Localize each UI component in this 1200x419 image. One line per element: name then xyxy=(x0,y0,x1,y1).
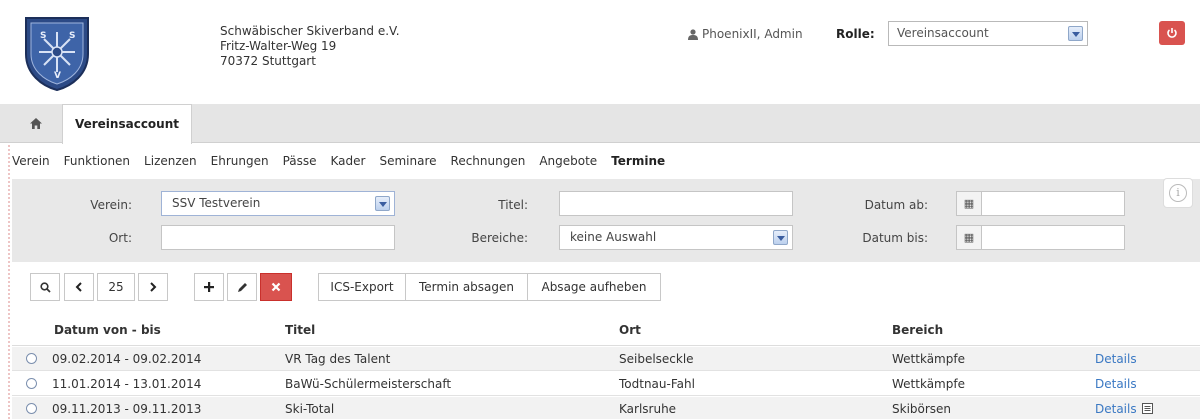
svg-text:S: S xyxy=(69,31,75,41)
undo-cancel-button[interactable]: Absage aufheben xyxy=(527,273,661,301)
add-button[interactable] xyxy=(194,273,224,301)
datum-bis-input[interactable] xyxy=(981,225,1125,250)
column-titel[interactable]: Titel xyxy=(285,323,315,337)
bereiche-select-value: keine Auswahl xyxy=(570,230,657,244)
plus-icon xyxy=(204,282,214,292)
ort-label: Ort: xyxy=(108,231,132,245)
user-name: PhoenixII, Admin xyxy=(702,27,803,41)
org-name: Schwäbischer Skiverband e.V. xyxy=(220,24,400,38)
tab-home[interactable] xyxy=(14,104,58,143)
info-icon: i xyxy=(1169,184,1187,202)
cancel-event-button[interactable]: Termin absagen xyxy=(405,273,528,301)
tab-vereinsaccount[interactable]: Vereinsaccount xyxy=(62,104,192,144)
row-radio[interactable] xyxy=(26,403,37,414)
row-titel: BaWü-Schülermeisterschaft xyxy=(285,377,452,391)
details-link[interactable]: Details xyxy=(1095,402,1137,416)
home-icon xyxy=(30,118,42,129)
svg-text:S: S xyxy=(40,31,46,41)
pencil-icon xyxy=(237,282,247,292)
column-bereich[interactable]: Bereich xyxy=(892,323,943,337)
search-button[interactable] xyxy=(30,273,60,301)
page-header: S S V Schwäbischer Skiverband e.V. Fritz… xyxy=(0,0,1200,104)
chevron-down-icon xyxy=(375,196,390,211)
delete-button[interactable] xyxy=(260,273,292,301)
chevron-down-icon xyxy=(1068,26,1083,41)
row-datum: 09.11.2013 - 09.11.2013 xyxy=(52,402,202,416)
verein-label: Verein: xyxy=(90,198,132,212)
svg-text:V: V xyxy=(54,71,61,81)
role-select[interactable]: Vereinsaccount xyxy=(888,21,1088,46)
power-icon xyxy=(1167,28,1177,38)
row-datum: 09.02.2014 - 09.02.2014 xyxy=(52,352,202,366)
current-user[interactable]: PhoenixII, Admin xyxy=(688,27,803,41)
row-titel: Ski-Total xyxy=(285,402,335,416)
org-street: Fritz-Walter-Weg 19 xyxy=(220,39,337,53)
role-select-value: Vereinsaccount xyxy=(897,26,989,40)
datum-bis-label: Datum bis: xyxy=(862,231,928,245)
table-row[interactable]: 11.01.2014 - 13.01.2014 BaWü-Schülermeis… xyxy=(12,372,1200,396)
datum-ab-input[interactable] xyxy=(981,191,1125,216)
next-page-button[interactable] xyxy=(138,273,168,301)
subnav-funktionen[interactable]: Funktionen xyxy=(64,154,130,168)
subnav-rechnungen[interactable]: Rechnungen xyxy=(451,154,526,168)
row-bereich: Skibörsen xyxy=(892,402,952,416)
calendar-icon[interactable]: ▦ xyxy=(956,225,982,250)
calendar-icon[interactable]: ▦ xyxy=(956,191,982,216)
table-row[interactable]: 09.02.2014 - 09.02.2014 VR Tag des Talen… xyxy=(12,347,1200,371)
org-address: Schwäbischer Skiverband e.V. Fritz-Walte… xyxy=(220,24,400,69)
table-header: Datum von - bis Titel Ort Bereich xyxy=(12,315,1200,346)
details-link[interactable]: Details xyxy=(1095,352,1137,366)
row-radio[interactable] xyxy=(26,378,37,389)
verein-select[interactable]: SSV Testverein xyxy=(161,191,395,216)
subnav-angebote[interactable]: Angebote xyxy=(539,154,597,168)
datum-ab-label: Datum ab: xyxy=(864,198,928,212)
subnav-seminare[interactable]: Seminare xyxy=(379,154,436,168)
subnav-ehrungen[interactable]: Ehrungen xyxy=(211,154,269,168)
tab-bar: Vereinsaccount xyxy=(0,104,1200,144)
titel-input[interactable] xyxy=(559,191,793,216)
details-link[interactable]: Details xyxy=(1095,377,1137,391)
row-ort: Seibelseckle xyxy=(619,352,694,366)
table-row[interactable]: 09.11.2013 - 09.11.2013 Ski-Total Karlsr… xyxy=(12,397,1200,419)
verein-select-value: SSV Testverein xyxy=(172,196,261,210)
role-label: Rolle: xyxy=(836,27,875,41)
org-city: 70372 Stuttgart xyxy=(220,54,316,68)
subnav-lizenzen[interactable]: Lizenzen xyxy=(144,154,197,168)
close-icon xyxy=(271,282,281,292)
subnav-paesse[interactable]: Pässe xyxy=(283,154,317,168)
edit-button[interactable] xyxy=(227,273,257,301)
list-icon[interactable] xyxy=(1142,403,1153,414)
sub-navigation: Verein Funktionen Lizenzen Ehrungen Päss… xyxy=(12,154,679,168)
ics-export-button[interactable]: ICS-Export xyxy=(318,273,406,301)
row-radio[interactable] xyxy=(26,353,37,364)
row-bereich: Wettkämpfe xyxy=(892,352,965,366)
ort-input[interactable] xyxy=(161,225,395,250)
row-ort: Karlsruhe xyxy=(619,402,677,416)
subnav-kader[interactable]: Kader xyxy=(331,154,366,168)
logout-button[interactable] xyxy=(1159,21,1185,45)
ssv-logo: S S V xyxy=(25,17,89,92)
chevron-down-icon xyxy=(773,230,788,245)
bereiche-select[interactable]: keine Auswahl xyxy=(559,225,793,250)
column-datum[interactable]: Datum von - bis xyxy=(54,323,161,337)
row-datum: 11.01.2014 - 13.01.2014 xyxy=(52,377,202,391)
prev-page-button[interactable] xyxy=(64,273,94,301)
row-bereich: Wettkämpfe xyxy=(892,377,965,391)
filter-panel: Verein: SSV Testverein Ort: Titel: Berei… xyxy=(12,179,1200,262)
user-icon xyxy=(688,28,698,40)
page-size-field[interactable]: 25 xyxy=(97,273,135,301)
subnav-verein[interactable]: Verein xyxy=(12,154,50,168)
bereiche-label: Bereiche: xyxy=(471,231,528,245)
subnav-termine[interactable]: Termine xyxy=(611,154,665,168)
search-icon xyxy=(39,281,51,293)
chevron-left-icon xyxy=(75,282,82,292)
row-titel: VR Tag des Talent xyxy=(285,352,391,366)
titel-label: Titel: xyxy=(498,198,528,212)
row-ort: Todtnau-Fahl xyxy=(619,377,695,391)
chevron-right-icon xyxy=(150,282,157,292)
info-button[interactable]: i xyxy=(1163,178,1193,208)
column-ort[interactable]: Ort xyxy=(619,323,641,337)
